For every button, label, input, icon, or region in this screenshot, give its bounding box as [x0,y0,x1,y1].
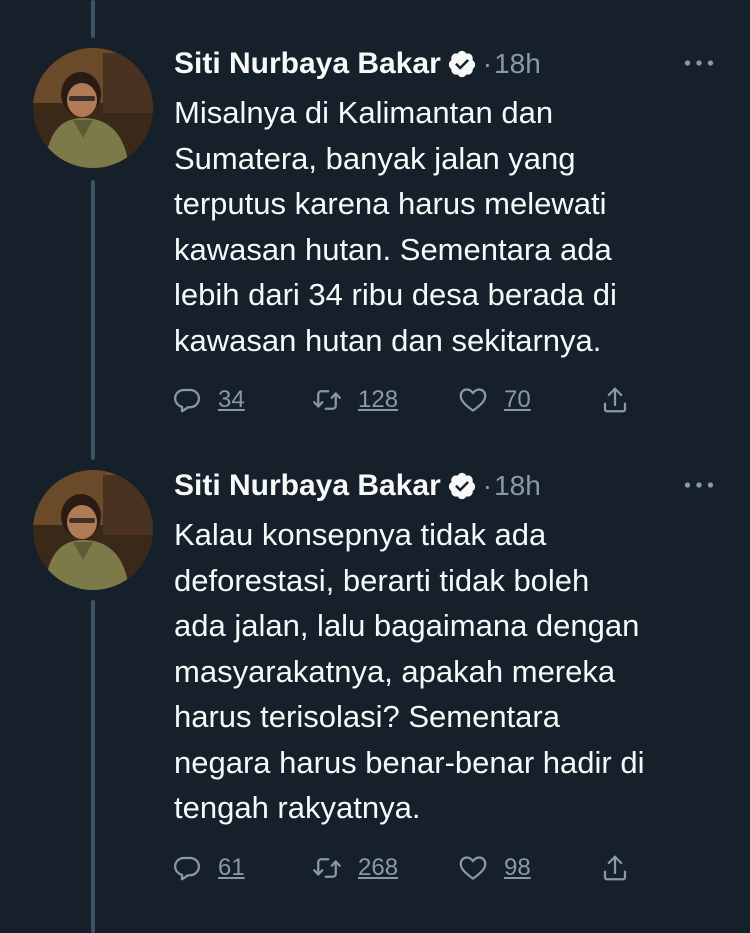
retweet-icon [313,858,341,878]
tweet-text-line: Kalau konsepnya tidak ada [174,517,547,552]
tweet-text-line: kawasan hutan. Sementara ada [174,231,612,267]
avatar-photo [33,470,153,590]
separator-dot: · [482,470,493,501]
like-count[interactable]: 98 [504,854,531,882]
tweet-text-line: Sumatera, banyak jalan yang [174,140,576,176]
timestamp[interactable]: 18h [494,470,541,502]
separator-dot: · [482,48,493,79]
avatar[interactable] [33,470,153,590]
tweet-text: Kalau konsepnya tidak ada deforestasi, b… [174,512,734,831]
tweet-text-line: negara harus benar-benar hadir di [174,744,645,780]
reply-count[interactable]: 34 [218,386,245,414]
tweet-text-line: harus terisolasi? Sementara [174,699,560,734]
share-button[interactable] [600,848,630,888]
more-icon [684,482,714,488]
share-button[interactable] [600,380,630,420]
tweet-text-line: ada jalan, lalu bagaimana dengan [174,608,640,643]
retweet-count[interactable]: 268 [358,854,398,882]
tweet-actions: 34 128 70 [172,380,642,420]
reply-button[interactable]: 61 [172,848,245,888]
timestamp[interactable]: 18h [494,48,541,80]
tweet-text-line: lebih dari 34 ribu desa berada di [174,277,617,312]
heart-icon [459,856,487,880]
verified-badge-icon [448,50,475,78]
share-icon [603,387,627,413]
tweet-actions: 61 268 98 [172,848,642,888]
tweet-text-line: terputus karena harus melewati [174,186,607,221]
verified-badge-icon [448,472,475,500]
share-icon [603,855,627,881]
tweet-text: Misalnya di Kalimantan dan Sumatera, ban… [174,90,734,363]
more-options-button[interactable] [682,46,716,80]
more-icon [684,60,714,66]
retweet-count[interactable]: 128 [358,386,398,414]
avatar[interactable] [33,48,153,168]
tweet[interactable]: Siti Nurbaya Bakar · 18h Misalnya di Kal… [0,0,750,430]
tweet-text-line: masyarakatnya, apakah mereka [174,653,616,689]
heart-icon [459,388,487,412]
more-options-button[interactable] [682,468,716,502]
reply-count[interactable]: 61 [218,854,245,882]
tweet-text-line: tengah rakyatnya. [174,790,421,825]
reply-icon [174,388,200,413]
author-name[interactable]: Siti Nurbaya Bakar [174,469,441,503]
tweet-text-line: deforestasi, berarti tidak boleh [174,562,590,598]
retweet-button[interactable]: 268 [312,848,398,888]
tweet-text-line: Misalnya di Kalimantan dan [174,95,554,130]
reply-icon [174,856,200,881]
like-button[interactable]: 70 [458,380,531,420]
retweet-button[interactable]: 128 [312,380,398,420]
author-name[interactable]: Siti Nurbaya Bakar [174,47,441,81]
like-count[interactable]: 70 [504,386,531,414]
like-button[interactable]: 98 [458,848,531,888]
tweet-text-line: kawasan hutan dan sekitarnya. [174,322,602,358]
reply-button[interactable]: 34 [172,380,245,420]
retweet-icon [313,390,341,410]
avatar-photo [33,48,153,168]
tweet[interactable]: Siti Nurbaya Bakar · 18h Kalau konsepnya… [0,420,750,933]
